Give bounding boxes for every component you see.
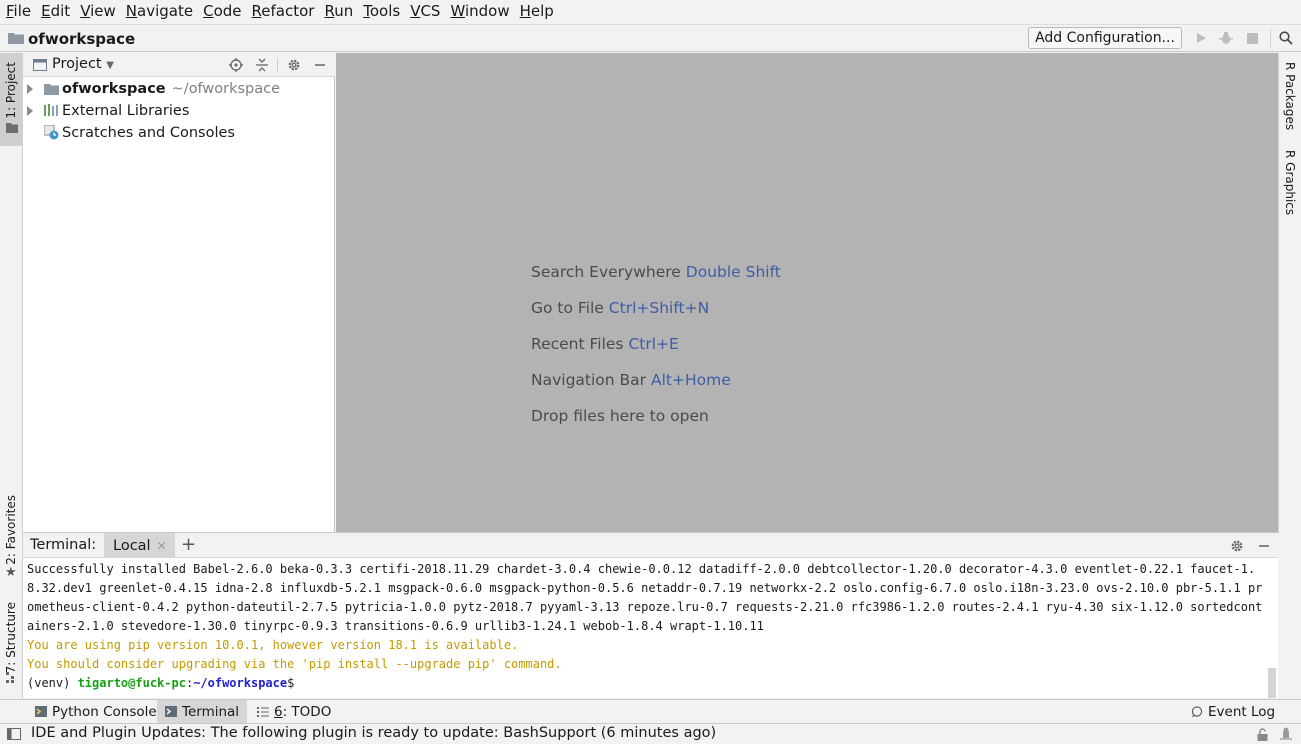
tool-window-favorites-label: 2: Favorites <box>4 495 18 565</box>
navigation-bar: ofworkspace Add Configuration... <box>0 24 1301 52</box>
minimize-icon[interactable] <box>311 56 329 74</box>
project-panel: Project ▼ ofworkspace ~/ofworkspace Exter… <box>23 53 335 532</box>
project-view-icon <box>33 59 47 71</box>
menu-file[interactable]: File <box>2 0 35 23</box>
tree-item-external-libraries[interactable]: External Libraries <box>23 100 335 122</box>
tool-windows-toggle-icon[interactable] <box>7 728 21 740</box>
menu-window[interactable]: Window <box>446 0 513 23</box>
library-icon <box>44 104 58 116</box>
terminal-prompt[interactable]: (venv) tigarto@fuck-pc:~/ofworkspace$ <box>27 674 1263 693</box>
status-bar: IDE and Plugin Updates: The following pl… <box>0 723 1301 744</box>
menu-bar: File Edit View Navigate Code Refactor Ru… <box>0 0 1301 23</box>
editor-empty-area[interactable]: Search Everywhere Double Shift Go to Fil… <box>336 53 1278 532</box>
tool-window-structure-label: 7: Structure <box>4 602 18 674</box>
tree-item-project-root[interactable]: ofworkspace ~/ofworkspace <box>23 78 335 100</box>
event-log-icon <box>1191 706 1203 717</box>
close-icon[interactable]: ✕ <box>157 539 167 553</box>
terminal-header: Terminal: Local ✕ + <box>23 532 1278 558</box>
menu-tools[interactable]: Tools <box>359 0 404 23</box>
tab-event-log[interactable]: Event Log <box>1183 700 1283 723</box>
header-divider <box>277 58 278 72</box>
expand-arrow-icon[interactable] <box>27 84 33 94</box>
folder-icon <box>6 123 18 133</box>
tool-window-structure[interactable]: 7: Structure <box>0 598 22 690</box>
hint-navigation-bar: Navigation Bar Alt+Home <box>531 371 731 389</box>
tool-window-r-graphics[interactable]: R Graphics <box>1283 150 1297 215</box>
tab-python-console[interactable]: Python Console <box>27 700 165 723</box>
folder-icon <box>8 33 24 44</box>
search-icon[interactable] <box>1277 29 1295 47</box>
tab-terminal[interactable]: Terminal <box>157 700 248 723</box>
collapse-all-icon[interactable] <box>253 56 271 74</box>
breadcrumb-project[interactable]: ofworkspace <box>28 30 135 48</box>
scratches-icon <box>44 125 59 140</box>
tree-scratches-label: Scratches and Consoles <box>62 125 235 141</box>
tool-window-project[interactable]: 1: Project <box>0 53 22 146</box>
tool-window-project-label: 1: Project <box>4 62 18 119</box>
tool-window-r-packages[interactable]: R Packages <box>1283 62 1297 130</box>
locate-icon[interactable] <box>227 56 245 74</box>
menu-run[interactable]: Run <box>320 0 357 23</box>
menu-code[interactable]: Code <box>199 0 245 23</box>
tab-event-log-label: Event Log <box>1208 703 1276 720</box>
terminal-text: Successfully installed Babel-2.6.0 beka-… <box>27 560 1263 693</box>
terminal-install-output: Successfully installed Babel-2.6.0 beka-… <box>27 562 1263 633</box>
project-view-selector[interactable]: Project ▼ <box>52 56 114 72</box>
menu-refactor[interactable]: Refactor <box>248 0 319 23</box>
menu-navigate[interactable]: Navigate <box>122 0 197 23</box>
project-panel-header: Project ▼ <box>23 53 335 77</box>
tree-external-libraries-label: External Libraries <box>62 103 190 119</box>
menu-vcs[interactable]: VCS <box>406 0 444 23</box>
bottom-tool-bar: Python Console Terminal 6: TODO Event Lo… <box>0 699 1301 723</box>
tab-todo[interactable]: 6: TODO <box>249 700 339 723</box>
todo-icon <box>257 707 269 717</box>
tab-terminal-label: Terminal <box>182 703 240 720</box>
menu-edit[interactable]: Edit <box>37 0 74 23</box>
left-tool-strip: 1: Project 2: Favorites ★ 7: Structure <box>0 53 23 699</box>
toolbar-divider <box>1270 29 1271 47</box>
terminal-tab-label: Local <box>113 537 151 554</box>
stop-icon[interactable] <box>1243 29 1261 47</box>
terminal-output[interactable]: Successfully installed Babel-2.6.0 beka-… <box>23 558 1278 698</box>
terminal-title: Terminal: <box>30 537 97 553</box>
terminal-warning-line: You are using pip version 10.0.1, howeve… <box>27 638 519 652</box>
minimize-icon[interactable] <box>1255 537 1273 555</box>
debug-icon[interactable] <box>1217 29 1235 47</box>
tab-python-console-label: Python Console <box>52 703 157 720</box>
hint-go-to-file: Go to File Ctrl+Shift+N <box>531 299 710 317</box>
tree-root-name: ofworkspace <box>62 81 166 97</box>
tool-window-favorites[interactable]: 2: Favorites ★ <box>0 491 22 586</box>
hint-search-everywhere: Search Everywhere Double Shift <box>531 263 781 281</box>
terminal-warning-line: You should consider upgrading via the 'p… <box>27 657 562 671</box>
tab-todo-label: 6: TODO <box>274 703 332 720</box>
menu-help[interactable]: Help <box>516 0 558 23</box>
gear-icon[interactable] <box>1228 537 1246 555</box>
tree-root-path: ~/ofworkspace <box>171 81 281 97</box>
terminal-icon <box>165 706 177 717</box>
gear-icon[interactable] <box>285 56 303 74</box>
expand-arrow-icon[interactable] <box>27 106 33 116</box>
hint-recent-files: Recent Files Ctrl+E <box>531 335 679 353</box>
menu-view[interactable]: View <box>76 0 120 23</box>
structure-icon <box>6 672 14 683</box>
inspector-icon[interactable] <box>1279 727 1293 742</box>
add-configuration-button[interactable]: Add Configuration... <box>1028 27 1182 49</box>
status-message[interactable]: IDE and Plugin Updates: The following pl… <box>31 725 716 741</box>
run-icon[interactable] <box>1192 29 1210 47</box>
star-icon: ★ <box>5 565 17 580</box>
new-tab-icon[interactable]: + <box>181 534 196 555</box>
python-console-icon <box>35 706 47 717</box>
right-tool-strip: R Packages R Graphics <box>1278 53 1301 533</box>
folder-icon <box>44 84 59 95</box>
terminal-tab-local[interactable]: Local ✕ <box>104 533 175 558</box>
terminal-scrollbar[interactable] <box>1268 668 1276 698</box>
hint-drop-files: Drop files here to open <box>531 407 709 425</box>
tree-item-scratches[interactable]: Scratches and Consoles <box>23 122 335 144</box>
lock-icon[interactable] <box>1257 728 1268 741</box>
